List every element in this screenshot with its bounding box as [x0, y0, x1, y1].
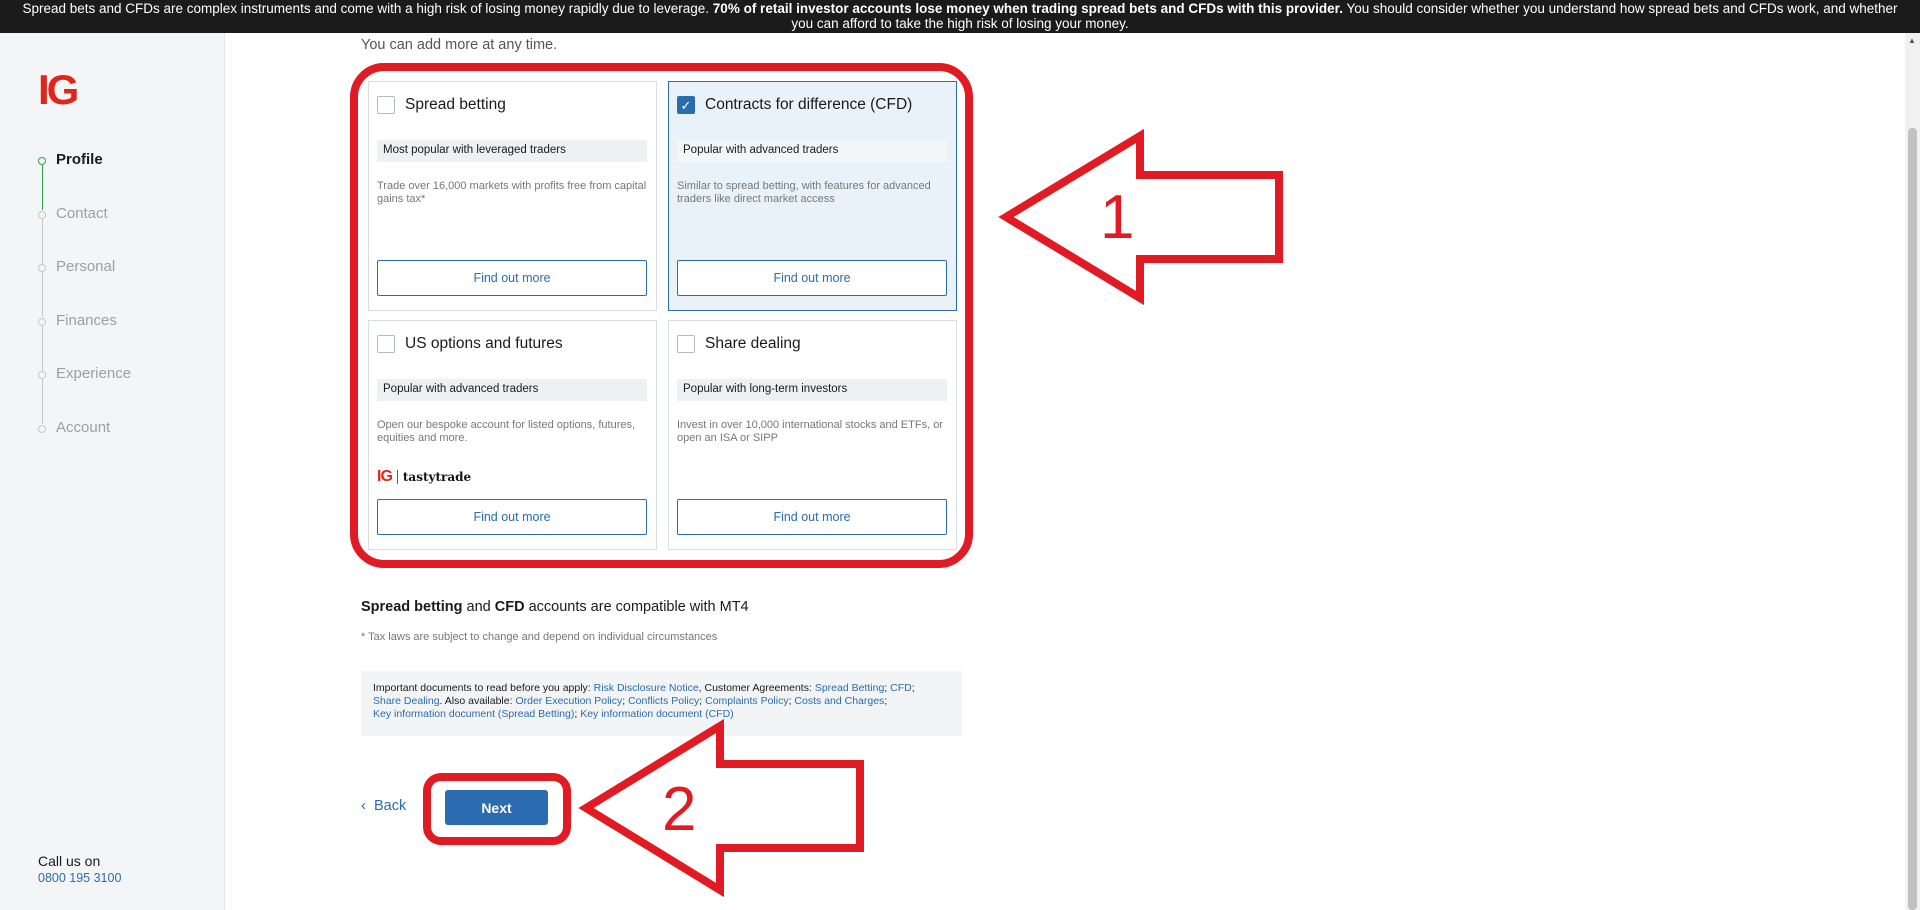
kid-spread-betting-link[interactable]: Key information document (Spread Betting…	[373, 708, 574, 720]
annotation-number-2: 2	[662, 775, 696, 844]
docs-sep: ;	[884, 695, 888, 707]
annotation-arrow-1: 1	[998, 128, 1283, 306]
annotation-highlight-next	[423, 773, 571, 845]
step-dot	[38, 424, 46, 433]
step-dot	[38, 210, 46, 219]
costs-charges-link[interactable]: Costs and Charges	[794, 695, 884, 707]
tax-footnote: * Tax laws are subject to change and dep…	[361, 631, 718, 643]
scrollbar-thumb[interactable]	[1908, 128, 1917, 910]
arrow-2-shape	[578, 718, 864, 898]
step-label: Finances	[56, 311, 117, 329]
annotation-arrow-2: 2	[578, 718, 864, 898]
annotation-number-1: 1	[1100, 183, 1134, 252]
call-us-label: Call us on	[38, 853, 101, 869]
phone-number-link[interactable]: 0800 195 3100	[38, 871, 121, 885]
step-personal: Personal	[38, 258, 131, 317]
back-button[interactable]: ‹ Back	[361, 797, 406, 814]
step-label: Experience	[56, 365, 132, 382]
progress-steps: Profile Contact Personal Finances Experi…	[38, 151, 131, 472]
step-profile: Profile	[38, 151, 131, 210]
conflicts-policy-link[interactable]: Conflicts Policy	[628, 695, 699, 707]
back-label: Back	[374, 797, 407, 814]
risk-text-1: Spread bets and CFDs are complex instrum…	[22, 1, 713, 16]
arrow-1-shape	[998, 128, 1283, 306]
risk-disclosure-link[interactable]: Risk Disclosure Notice	[594, 682, 699, 694]
share-dealing-agreement-link[interactable]: Share Dealing	[373, 695, 440, 707]
sidebar: IG Profile Contact Personal Finances Exp…	[0, 33, 225, 910]
intro-text: You can add more at any time.	[361, 37, 558, 53]
step-dot	[38, 157, 46, 165]
annotation-highlight-cards	[350, 63, 973, 568]
step-finances: Finances	[38, 311, 131, 371]
ig-logo[interactable]: IG	[38, 69, 79, 111]
step-line	[41, 165, 43, 210]
spread-betting-agreement-link[interactable]: Spread Betting	[815, 682, 884, 694]
step-line	[41, 325, 43, 371]
docs-text: . Also available:	[439, 695, 516, 707]
docs-text: , Customer Agreements:	[698, 682, 815, 694]
compat-and: and	[462, 599, 495, 615]
risk-text-bold: 70% of retail investor accounts lose mon…	[712, 1, 1343, 16]
call-us: Call us on 0800 195 3100	[38, 853, 121, 885]
step-experience: Experience	[38, 365, 132, 424]
complaints-policy-link[interactable]: Complaints Policy	[705, 695, 788, 707]
docs-sep: ;	[911, 682, 915, 694]
step-contact: Contact	[38, 204, 131, 264]
order-execution-policy-link[interactable]: Order Execution Policy	[515, 695, 622, 707]
step-dot	[38, 264, 46, 272]
scroll-up-icon[interactable]: ▲	[1908, 36, 1916, 45]
docs-lead: Important documents to read before you a…	[373, 682, 594, 694]
step-label: Account	[56, 418, 111, 436]
step-line	[41, 379, 43, 424]
step-dot	[38, 317, 46, 326]
cfd-agreement-link[interactable]: CFD	[890, 682, 912, 694]
chevron-left-icon: ‹	[361, 797, 366, 814]
compat-spread: Spread betting	[361, 599, 463, 615]
risk-warning-banner: Spread bets and CFDs are complex instrum…	[0, 0, 1920, 33]
step-line	[41, 272, 43, 317]
step-label: Contact	[56, 204, 108, 222]
step-label: Profile	[56, 151, 103, 168]
step-line	[41, 218, 43, 264]
compat-rest: accounts are compatible with MT4	[524, 599, 749, 615]
page-scrollbar[interactable]: ▲	[1905, 33, 1920, 910]
mt4-compatibility-note: Spread betting and CFD accounts are comp…	[361, 599, 749, 615]
step-account: Account	[38, 419, 131, 473]
step-label: Personal	[56, 258, 116, 275]
step-dot	[38, 371, 46, 379]
compat-cfd: CFD	[494, 599, 525, 615]
